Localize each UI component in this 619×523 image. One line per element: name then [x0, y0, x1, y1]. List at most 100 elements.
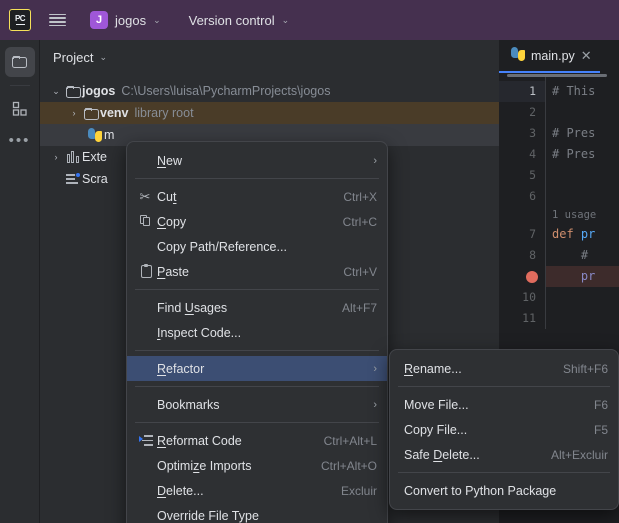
line-number: 5: [529, 168, 536, 182]
breakpoint-marker[interactable]: [499, 266, 545, 287]
chevron-right-icon[interactable]: ›: [48, 152, 64, 162]
editor-gutter[interactable]: 1 2 3 4 5 6 7 8 10 11: [499, 77, 546, 329]
hamburger-line: [49, 24, 66, 27]
chevron-placeholder: ›: [48, 174, 64, 184]
menu-item-new[interactable]: New ›: [127, 148, 387, 173]
menu-item-convert-to-python-package[interactable]: Convert to Python Package: [390, 478, 618, 503]
menu-separator: [398, 472, 610, 473]
sidebar-item-project[interactable]: [4, 47, 35, 77]
menu-item-copy-file[interactable]: Copy File... F5: [390, 417, 618, 442]
menu-item-refactor[interactable]: Refactor ›: [127, 356, 387, 381]
menu-item-shortcut: Alt+F7: [341, 300, 377, 315]
menu-item-shortcut: Alt+Excluir: [550, 447, 608, 462]
menu-item-shortcut: Shift+F6: [562, 361, 608, 376]
project-name-label: jogos: [115, 12, 147, 28]
python-file-icon: [86, 128, 104, 142]
close-icon[interactable]: ✕: [581, 48, 592, 64]
menu-item-shortcut: F5: [593, 422, 608, 437]
menu-item-label: Move File...: [404, 397, 469, 412]
menu-item-find-usages[interactable]: Find Usages Alt+F7: [127, 295, 387, 320]
menu-item-shortcut: Ctrl+Alt+L: [323, 433, 377, 448]
menu-item-override-file-type[interactable]: Override File Type: [127, 503, 387, 523]
chevron-right-icon: ›: [373, 154, 377, 167]
more-tool-windows-icon[interactable]: •••: [0, 132, 39, 149]
line-number: 1: [499, 81, 545, 102]
scissors-icon: ✂: [139, 189, 151, 204]
function-token: pr: [580, 227, 596, 241]
tree-label: jogos: [82, 84, 116, 98]
sidebar-item-structure[interactable]: [5, 94, 35, 124]
python-file-icon: [511, 47, 525, 64]
menu-item-copy-path-reference[interactable]: Copy Path/Reference...: [127, 234, 387, 259]
chevron-down-icon[interactable]: ⌄: [48, 86, 64, 97]
tree-path: C:\Users\luisa\PycharmProjects\jogos: [121, 84, 331, 98]
menu-item-label: Copy: [157, 214, 187, 229]
menu-item-move-file[interactable]: Move File... F6: [390, 392, 618, 417]
chevron-right-icon: ›: [373, 398, 377, 411]
menu-item-label: Copy Path/Reference...: [157, 239, 287, 254]
scratches-icon: [64, 172, 82, 185]
copy-icon: [135, 215, 157, 228]
menu-item-label: Bookmarks: [157, 397, 220, 412]
line-number: 7: [529, 227, 536, 241]
usage-hint[interactable]: 1 usage: [546, 207, 619, 224]
line-number: 8: [529, 248, 536, 262]
code-line: # Pres: [552, 126, 596, 140]
pycharm-logo-icon: PC: [9, 9, 31, 31]
code-viewport: 1 2 3 4 5 6 7 8 10 11 # This # Pres # Pr…: [499, 77, 619, 329]
menu-item-optimize-imports[interactable]: Optimize Imports Ctrl+Alt+O: [127, 453, 387, 478]
folder-icon: [82, 107, 100, 120]
tree-badge-library-root: library root: [134, 106, 194, 120]
menu-item-copy[interactable]: Copy Ctrl+C: [127, 209, 387, 234]
menu-item-label: Rename...: [404, 361, 462, 376]
menu-item-reformat-code[interactable]: Reformat Code Ctrl+Alt+L: [127, 428, 387, 453]
tree-label: m: [104, 128, 115, 142]
hamburger-line: [49, 21, 66, 23]
tab-main-py[interactable]: main.py ✕: [499, 40, 600, 73]
menu-item-label: New: [157, 153, 183, 168]
project-selector[interactable]: J jogos ⌄: [86, 8, 167, 32]
code-line-highlighted: pr: [546, 266, 619, 287]
tree-label: Scra: [82, 172, 108, 186]
menu-separator: [135, 350, 379, 351]
squares-icon: [12, 101, 27, 116]
rail-divider: [9, 85, 30, 86]
menu-item-label: Paste: [157, 264, 189, 279]
menu-separator: [398, 386, 610, 387]
menu-item-paste[interactable]: Paste Ctrl+V: [127, 259, 387, 284]
code-text[interactable]: # This # Pres # Pres 1 usage def pr # pr: [546, 77, 619, 329]
project-badge: J: [90, 11, 108, 29]
pycharm-logo-text: PC: [14, 13, 26, 23]
menu-item-safe-delete[interactable]: Safe Delete... Alt+Excluir: [390, 442, 618, 467]
menu-item-shortcut: Excluir: [340, 483, 377, 498]
menu-item-label: Convert to Python Package: [404, 483, 557, 498]
menu-item-inspect-code[interactable]: Inspect Code...: [127, 320, 387, 345]
hamburger-menu-icon[interactable]: [49, 13, 66, 27]
line-number: 2: [529, 105, 536, 119]
title-bar: PC J jogos ⌄ Version control ⌄: [0, 0, 619, 40]
context-menu: New › ✂ Cut Ctrl+X Copy Ctrl+C Copy Path…: [126, 141, 388, 523]
menu-item-rename[interactable]: Rename... Shift+F6: [390, 356, 618, 381]
tree-row-venv[interactable]: › venv library root: [40, 102, 499, 124]
menu-separator: [135, 386, 379, 387]
menu-item-bookmarks[interactable]: Bookmarks ›: [127, 392, 387, 417]
menu-item-label: Override File Type: [157, 508, 259, 523]
project-panel-header[interactable]: Project ⌄: [40, 40, 499, 74]
code-line: # This: [552, 84, 596, 98]
tree-row-jogos[interactable]: ⌄ jogos C:\Users\luisa\PycharmProjects\j…: [40, 80, 499, 102]
menu-item-cut[interactable]: ✂ Cut Ctrl+X: [127, 184, 387, 209]
folder-icon: [64, 85, 82, 98]
menu-item-shortcut: Ctrl+V: [343, 264, 377, 279]
chevron-right-icon: ›: [373, 362, 377, 375]
menu-item-shortcut: Ctrl+Alt+O: [320, 458, 377, 473]
version-control-selector[interactable]: Version control ⌄: [189, 13, 290, 28]
reformat-code-icon: [135, 435, 157, 446]
chevron-down-icon: ⌄: [153, 14, 161, 25]
menu-separator: [135, 289, 379, 290]
menu-item-delete[interactable]: Delete... Excluir: [127, 478, 387, 503]
editor-tab-bar: main.py ✕: [499, 40, 619, 73]
menu-item-label: Safe Delete...: [404, 447, 480, 462]
chevron-right-icon[interactable]: ›: [66, 108, 82, 118]
menu-item-label: Copy File...: [404, 422, 468, 437]
